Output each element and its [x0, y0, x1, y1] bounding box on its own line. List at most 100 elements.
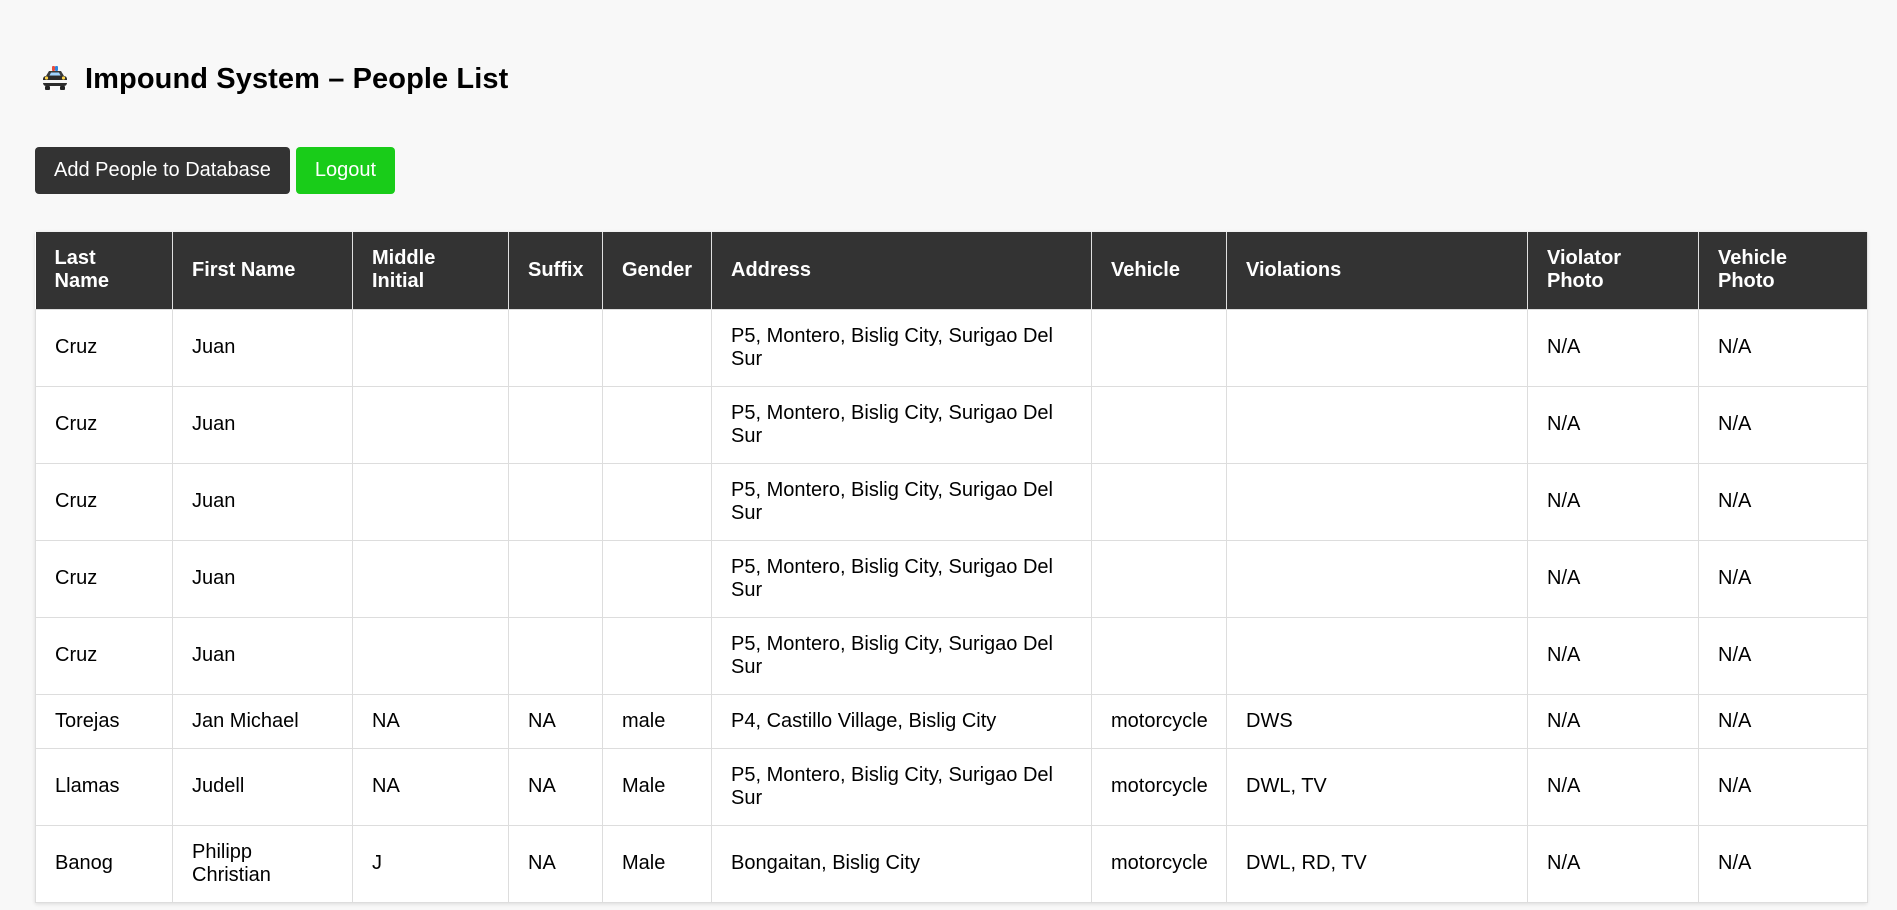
- cell-violations: [1226, 539, 1528, 618]
- table-body: Cruz Juan P5, Montero, Bislig City, Suri…: [35, 308, 1868, 903]
- cell-address: P5, Montero, Bislig City, Surigao Del Su…: [711, 616, 1092, 695]
- col-address: Address: [711, 232, 1092, 309]
- people-table-container: Last Name First Name Middle Initial Suff…: [35, 232, 1868, 903]
- cell-vehicle: [1091, 539, 1227, 618]
- cell-gender: [602, 385, 712, 464]
- cell-vehicle: [1091, 462, 1227, 541]
- col-vehicle: Vehicle: [1091, 232, 1227, 309]
- cell-violations: DWS: [1226, 693, 1528, 749]
- col-vehicle-photo: Vehicle Photo: [1698, 232, 1868, 309]
- cell-first-name: Juan: [172, 462, 353, 541]
- table-row: Llamas Judell NA NA Male P5, Montero, Bi…: [35, 747, 1868, 826]
- cell-vehicle-photo: N/A: [1698, 385, 1868, 464]
- cell-address: P5, Montero, Bislig City, Surigao Del Su…: [711, 385, 1092, 464]
- cell-vehicle: motorcycle: [1091, 824, 1227, 903]
- cell-middle-initial: [352, 385, 509, 464]
- page: Impound System – People List Add People …: [0, 0, 1897, 910]
- add-people-button[interactable]: Add People to Database: [35, 147, 290, 194]
- police-car-icon: [39, 64, 71, 94]
- cell-violator-photo: N/A: [1527, 308, 1699, 387]
- cell-violator-photo: N/A: [1527, 747, 1699, 826]
- cell-gender: Male: [602, 747, 712, 826]
- cell-suffix: [508, 462, 603, 541]
- col-last-name: Last Name: [35, 232, 173, 309]
- col-first-name: First Name: [172, 232, 353, 309]
- cell-address: Bongaitan, Bislig City: [711, 824, 1092, 903]
- col-gender: Gender: [602, 232, 712, 309]
- cell-gender: [602, 616, 712, 695]
- table-header: Last Name First Name Middle Initial Suff…: [35, 232, 1868, 309]
- cell-address: P4, Castillo Village, Bislig City: [711, 693, 1092, 749]
- cell-last-name: Llamas: [35, 747, 173, 826]
- table-row: Cruz Juan P5, Montero, Bislig City, Suri…: [35, 308, 1868, 387]
- cell-suffix: [508, 308, 603, 387]
- cell-suffix: [508, 385, 603, 464]
- cell-last-name: Torejas: [35, 693, 173, 749]
- cell-middle-initial: [352, 539, 509, 618]
- table-row: Torejas Jan Michael NA NA male P4, Casti…: [35, 693, 1868, 749]
- cell-last-name: Cruz: [35, 308, 173, 387]
- header-row: Last Name First Name Middle Initial Suff…: [35, 232, 1868, 309]
- cell-last-name: Cruz: [35, 462, 173, 541]
- cell-violations: [1226, 385, 1528, 464]
- cell-violator-photo: N/A: [1527, 539, 1699, 618]
- col-violations: Violations: [1226, 232, 1528, 309]
- cell-middle-initial: [352, 308, 509, 387]
- cell-vehicle-photo: N/A: [1698, 616, 1868, 695]
- cell-first-name: Judell: [172, 747, 353, 826]
- cell-vehicle-photo: N/A: [1698, 308, 1868, 387]
- cell-address: P5, Montero, Bislig City, Surigao Del Su…: [711, 462, 1092, 541]
- cell-gender: [602, 462, 712, 541]
- col-middle-initial: Middle Initial: [352, 232, 509, 309]
- table-row: Cruz Juan P5, Montero, Bislig City, Suri…: [35, 462, 1868, 541]
- col-suffix: Suffix: [508, 232, 603, 309]
- cell-middle-initial: NA: [352, 693, 509, 749]
- cell-violator-photo: N/A: [1527, 824, 1699, 903]
- action-bar: Add People to Database Logout: [35, 147, 395, 194]
- cell-vehicle: [1091, 308, 1227, 387]
- cell-first-name: Juan: [172, 308, 353, 387]
- page-title: Impound System – People List: [85, 62, 509, 95]
- cell-suffix: NA: [508, 693, 603, 749]
- cell-first-name: Juan: [172, 616, 353, 695]
- cell-violations: DWL, RD, TV: [1226, 824, 1528, 903]
- cell-address: P5, Montero, Bislig City, Surigao Del Su…: [711, 308, 1092, 387]
- cell-first-name: Juan: [172, 539, 353, 618]
- cell-gender: [602, 539, 712, 618]
- cell-suffix: NA: [508, 824, 603, 903]
- cell-violations: [1226, 308, 1528, 387]
- cell-suffix: [508, 616, 603, 695]
- cell-violations: [1226, 462, 1528, 541]
- cell-violator-photo: N/A: [1527, 462, 1699, 541]
- cell-middle-initial: [352, 462, 509, 541]
- cell-last-name: Cruz: [35, 616, 173, 695]
- cell-violator-photo: N/A: [1527, 693, 1699, 749]
- cell-last-name: Cruz: [35, 385, 173, 464]
- cell-vehicle-photo: N/A: [1698, 693, 1868, 749]
- cell-violator-photo: N/A: [1527, 385, 1699, 464]
- cell-last-name: Banog: [35, 824, 173, 903]
- table-row: Banog Philipp Christian J NA Male Bongai…: [35, 824, 1868, 903]
- cell-vehicle: motorcycle: [1091, 693, 1227, 749]
- cell-address: P5, Montero, Bislig City, Surigao Del Su…: [711, 747, 1092, 826]
- cell-address: P5, Montero, Bislig City, Surigao Del Su…: [711, 539, 1092, 618]
- cell-last-name: Cruz: [35, 539, 173, 618]
- cell-vehicle-photo: N/A: [1698, 539, 1868, 618]
- cell-vehicle-photo: N/A: [1698, 824, 1868, 903]
- cell-gender: male: [602, 693, 712, 749]
- people-table: Last Name First Name Middle Initial Suff…: [35, 232, 1868, 903]
- cell-middle-initial: NA: [352, 747, 509, 826]
- cell-vehicle: motorcycle: [1091, 747, 1227, 826]
- cell-violations: DWL, TV: [1226, 747, 1528, 826]
- cell-vehicle: [1091, 616, 1227, 695]
- cell-suffix: NA: [508, 747, 603, 826]
- cell-vehicle-photo: N/A: [1698, 747, 1868, 826]
- cell-suffix: [508, 539, 603, 618]
- cell-first-name: Jan Michael: [172, 693, 353, 749]
- col-violator-photo: Violator Photo: [1527, 232, 1699, 309]
- cell-vehicle: [1091, 385, 1227, 464]
- cell-middle-initial: J: [352, 824, 509, 903]
- logout-button[interactable]: Logout: [295, 147, 395, 194]
- cell-middle-initial: [352, 616, 509, 695]
- cell-gender: Male: [602, 824, 712, 903]
